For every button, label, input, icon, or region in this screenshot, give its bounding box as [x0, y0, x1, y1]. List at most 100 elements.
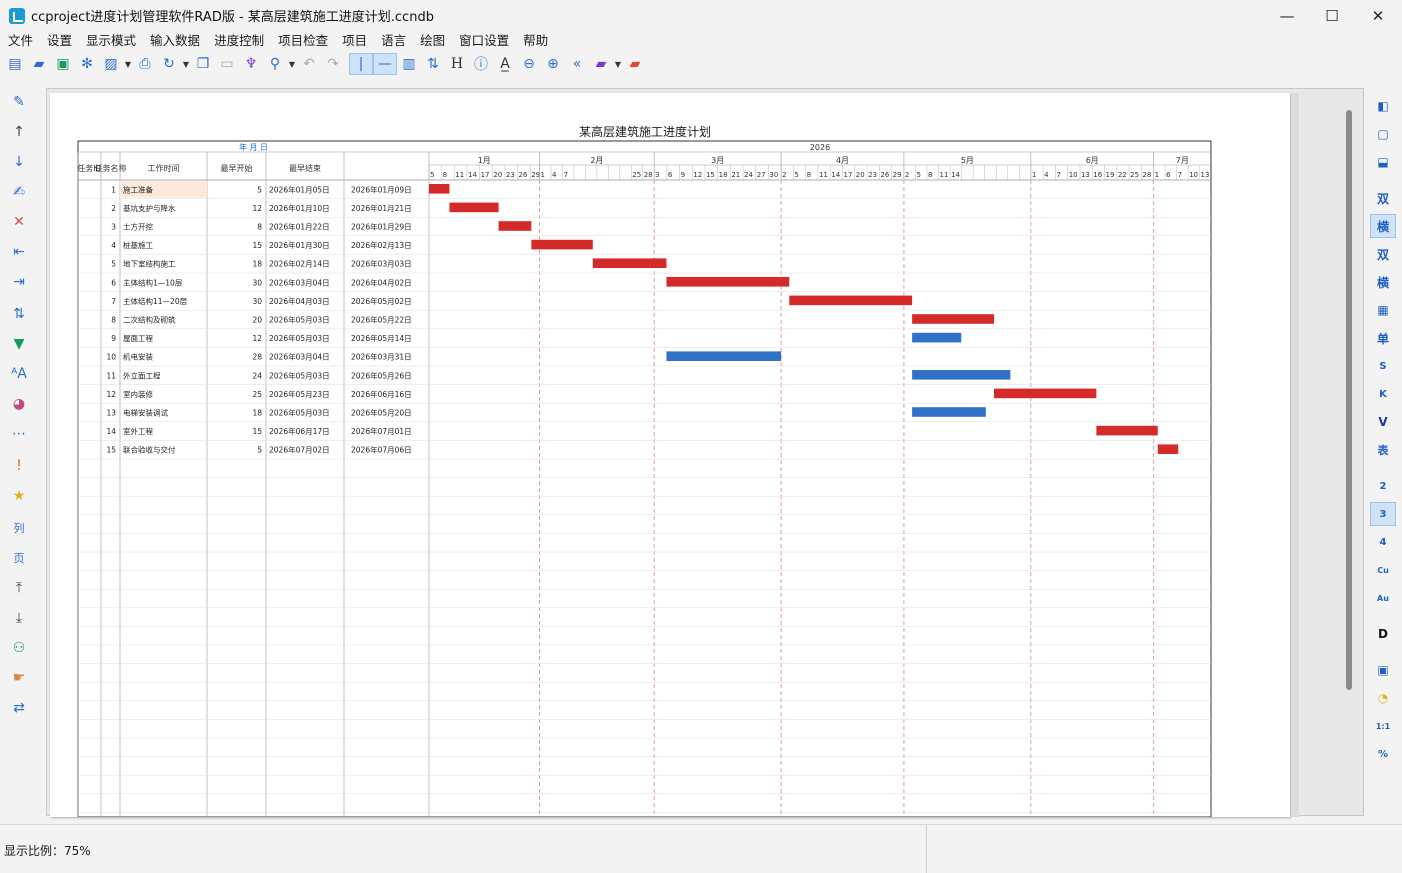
- menu-project-check[interactable]: 项目检查: [271, 31, 335, 51]
- one-to-one-button[interactable]: 1:1: [1370, 714, 1396, 738]
- new-file-icon[interactable]: ▤: [3, 53, 27, 75]
- au-button[interactable]: Au: [1370, 586, 1396, 610]
- level-3-button[interactable]: 3: [1370, 502, 1396, 526]
- font-size-icon[interactable]: ᴬA: [7, 362, 31, 386]
- search-icon[interactable]: ⚲: [263, 53, 287, 75]
- star-icon[interactable]: ★: [7, 484, 31, 508]
- save-icon[interactable]: ▣: [51, 53, 75, 75]
- menu-project[interactable]: 项目: [335, 31, 374, 51]
- image-export-icon[interactable]: ▨: [99, 53, 123, 75]
- task-id: 1: [111, 185, 116, 194]
- chevron-down-icon[interactable]: ▼: [123, 53, 133, 75]
- day-tick-label: 8: [807, 171, 811, 179]
- maximize-button[interactable]: ☐: [1309, 0, 1355, 31]
- menu-window-settings[interactable]: 窗口设置: [452, 31, 516, 51]
- outdent-icon[interactable]: ⇤: [7, 240, 31, 264]
- swap-vertical-icon[interactable]: ⇅: [7, 302, 31, 326]
- v-button[interactable]: V: [1370, 410, 1396, 434]
- d-button[interactable]: D: [1370, 622, 1396, 646]
- panel-bottom-icon[interactable]: ⬓: [1370, 150, 1396, 174]
- sort-icon[interactable]: ⇅: [421, 53, 445, 75]
- vertical-scrollbar[interactable]: [1346, 110, 1352, 690]
- move-bottom-icon[interactable]: ⤓: [7, 606, 31, 630]
- indent-icon[interactable]: ⇥: [7, 270, 31, 294]
- menu-input-data[interactable]: 输入数据: [143, 31, 207, 51]
- menu-help[interactable]: 帮助: [516, 31, 555, 51]
- day-tick-label: 26: [880, 171, 889, 179]
- day-tick-label: 19: [1106, 171, 1115, 179]
- move-top-icon[interactable]: ⤒: [7, 576, 31, 600]
- task-finish: 2026年04月02日: [351, 277, 412, 287]
- panel-left-icon[interactable]: ◧: [1370, 94, 1396, 118]
- dots-icon[interactable]: ⋯: [7, 422, 31, 446]
- double-mode-2-button[interactable]: 双: [1370, 242, 1396, 266]
- collapse-icon[interactable]: «: [565, 53, 589, 75]
- column-button[interactable]: 列: [7, 516, 31, 540]
- arrow-up-icon[interactable]: ↑: [7, 120, 31, 144]
- task-duration: 8: [257, 223, 262, 232]
- double-mode-button[interactable]: 双: [1370, 186, 1396, 210]
- text-a-icon[interactable]: A̲: [493, 53, 517, 75]
- open-folder-icon[interactable]: ▰: [27, 53, 51, 75]
- exclamation-icon[interactable]: !: [7, 454, 31, 478]
- paste-icon[interactable]: ▭: [215, 53, 239, 75]
- header-h-icon[interactable]: H: [445, 53, 469, 75]
- menu-file[interactable]: 文件: [0, 31, 40, 51]
- pencil-icon[interactable]: ✎: [7, 90, 31, 114]
- zoom-in-icon[interactable]: ⊕: [541, 53, 565, 75]
- horizontal-mode-2-button[interactable]: 横: [1370, 270, 1396, 294]
- hand-icon[interactable]: ☛: [7, 666, 31, 690]
- level-4-button[interactable]: 4: [1370, 530, 1396, 554]
- day-tick-label: 13: [1201, 171, 1210, 179]
- task-duration: 30: [252, 278, 262, 287]
- minimize-button[interactable]: —: [1264, 0, 1310, 31]
- panel-icon[interactable]: ▢: [1370, 122, 1396, 146]
- task-start: 2026年04月03日: [269, 296, 330, 306]
- vertical-line-icon[interactable]: |: [349, 53, 373, 75]
- redo-icon[interactable]: ↷: [321, 53, 345, 75]
- task-id: 5: [111, 260, 116, 269]
- menu-display-mode[interactable]: 显示模式: [79, 31, 143, 51]
- print-icon[interactable]: ⎙: [133, 53, 157, 75]
- info-icon[interactable]: ⓘ: [469, 53, 493, 75]
- chevron-down-icon[interactable]: ▼: [181, 53, 191, 75]
- horizontal-mode-button[interactable]: 横: [1370, 214, 1396, 238]
- menu-settings[interactable]: 设置: [40, 31, 79, 51]
- close-button[interactable]: ✕: [1355, 0, 1401, 31]
- delete-icon[interactable]: ✕: [7, 210, 31, 234]
- snowflake-icon[interactable]: ✻: [75, 53, 99, 75]
- horizontal-line-icon[interactable]: —: [373, 53, 397, 75]
- level-2-button[interactable]: 2: [1370, 474, 1396, 498]
- format-painter-icon[interactable]: ♆: [239, 53, 263, 75]
- s-button[interactable]: S: [1370, 354, 1396, 378]
- menu-schedule-control[interactable]: 进度控制: [207, 31, 271, 51]
- red-folder-icon[interactable]: ▰: [623, 53, 647, 75]
- menu-drawing[interactable]: 绘图: [413, 31, 452, 51]
- zoom-out-icon[interactable]: ⊖: [517, 53, 541, 75]
- calendar-icon[interactable]: ▣: [1370, 658, 1396, 682]
- folder-icon[interactable]: ▰: [589, 53, 613, 75]
- cu-button[interactable]: Cu: [1370, 558, 1396, 582]
- arrow-down-icon[interactable]: ↓: [7, 150, 31, 174]
- k-button[interactable]: K: [1370, 382, 1396, 406]
- chevron-down-icon[interactable]: ▼: [287, 53, 297, 75]
- percent-button[interactable]: %: [1370, 742, 1396, 766]
- undo-icon[interactable]: ↶: [297, 53, 321, 75]
- page-button[interactable]: 页: [7, 546, 31, 570]
- swap-horizontal-icon[interactable]: ⇄: [7, 696, 31, 720]
- chevron-down-icon[interactable]: ▼: [613, 53, 623, 75]
- users-icon[interactable]: ⚇: [7, 636, 31, 660]
- table-icon[interactable]: ▦: [1370, 298, 1396, 322]
- refresh-icon[interactable]: ↻: [157, 53, 181, 75]
- palette-icon[interactable]: ◕: [7, 392, 31, 416]
- single-mode-button[interactable]: 单: [1370, 326, 1396, 350]
- menu-language[interactable]: 语言: [374, 31, 413, 51]
- table-mode-button[interactable]: 表: [1370, 438, 1396, 462]
- comment-icon[interactable]: ◔: [1370, 686, 1396, 710]
- columns-icon[interactable]: ▥: [397, 53, 421, 75]
- filter-icon[interactable]: ▼: [7, 332, 31, 356]
- day-tick-label: 27: [757, 171, 766, 179]
- edit-icon[interactable]: ✍: [7, 180, 31, 204]
- copy-icon[interactable]: ❐: [191, 53, 215, 75]
- task-name: 室外工程: [123, 426, 153, 436]
